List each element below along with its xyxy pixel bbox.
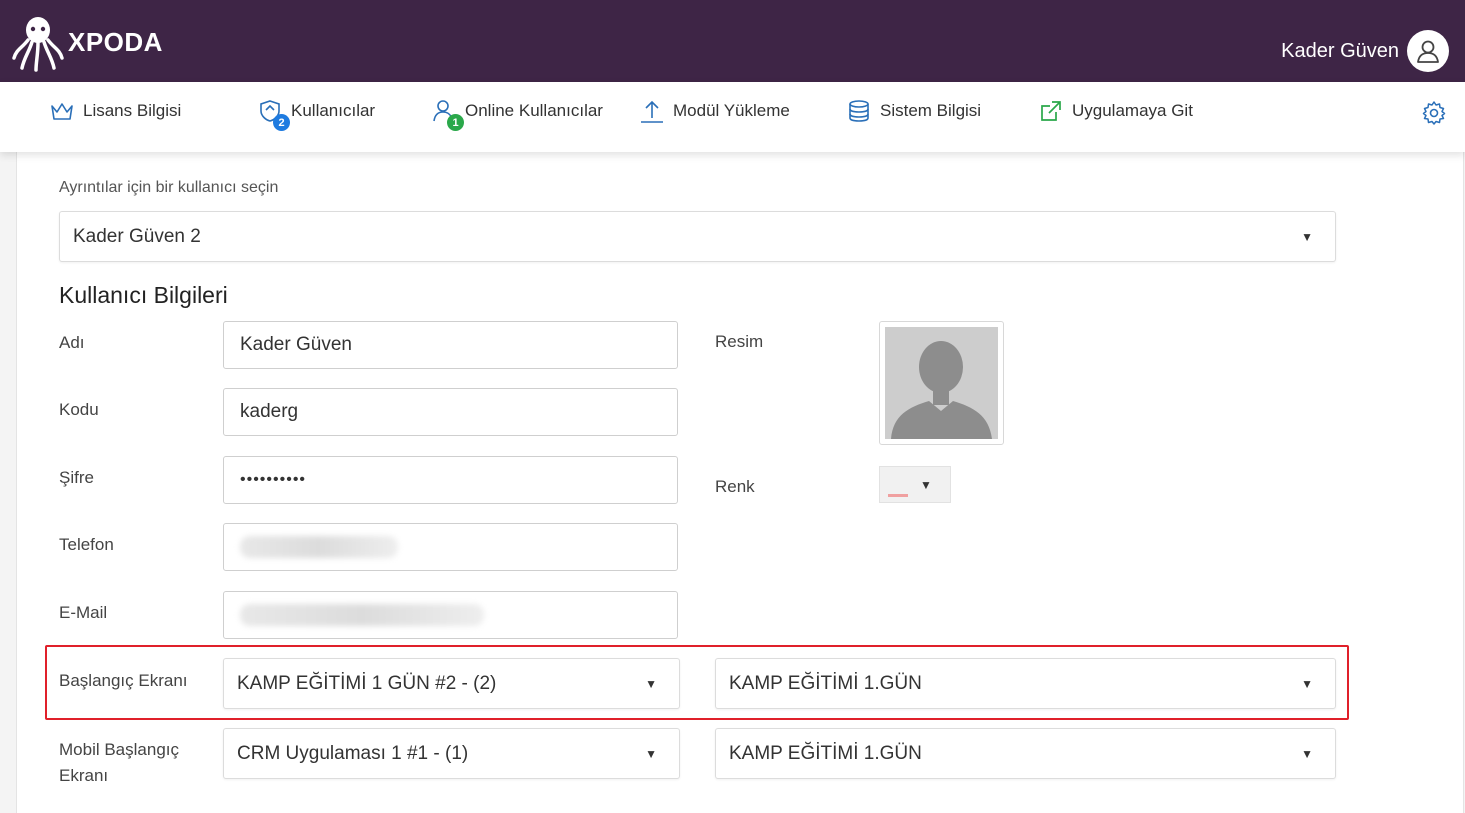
nav-license-info[interactable]: Lisans Bilgisi	[48, 96, 181, 126]
nav-go-to-app-label: Uygulamaya Git	[1072, 101, 1193, 120]
start-screen-page-value: KAMP EĞİTİMİ 1.GÜN	[729, 672, 922, 694]
start-screen-app-select[interactable]: KAMP EĞİTİMİ 1 GÜN #2 - (2) ▼	[223, 658, 680, 709]
user-select-dropdown[interactable]: Kader Güven 2 ▼	[59, 211, 1336, 262]
user-select-label: Ayrıntılar için bir kullanıcı seçin	[59, 179, 279, 196]
chevron-down-icon: ▼	[1301, 746, 1313, 761]
current-user-name[interactable]: Kader Güven	[1281, 40, 1399, 63]
phone-value-redacted	[240, 536, 398, 558]
phone-field[interactable]	[223, 523, 678, 571]
online-count-badge: 1	[447, 114, 464, 131]
avatar-placeholder-icon	[885, 327, 998, 439]
brand-logo[interactable]: XPODA	[12, 12, 163, 72]
brand-name: XPODA	[68, 26, 163, 57]
chevron-down-icon: ▼	[645, 746, 657, 761]
start-screen-page-select[interactable]: KAMP EĞİTİMİ 1.GÜN ▼	[715, 658, 1336, 709]
nav-online-users[interactable]: 1 Online Kullanıcılar	[430, 96, 603, 131]
color-picker[interactable]: ▼	[879, 466, 951, 503]
nav-license-label: Lisans Bilgisi	[83, 101, 182, 120]
users-shield-icon: 2	[256, 97, 290, 131]
users-count-badge: 2	[273, 114, 290, 131]
name-field[interactable]: Kader Güven	[223, 321, 678, 369]
upload-icon	[638, 97, 666, 125]
email-field[interactable]	[223, 591, 678, 639]
database-icon	[845, 97, 873, 125]
name-value: Kader Güven	[240, 334, 352, 355]
phone-label: Telefon	[59, 535, 114, 554]
chevron-down-icon: ▼	[920, 478, 932, 492]
nav-users-label: Kullanıcılar	[291, 101, 376, 120]
nav-system-info[interactable]: Sistem Bilgisi	[845, 96, 981, 126]
mobile-start-page-select[interactable]: KAMP EĞİTİMİ 1.GÜN ▼	[715, 728, 1336, 779]
code-label: Kodu	[59, 400, 99, 419]
password-value: ••••••••••	[240, 471, 307, 488]
password-field[interactable]: ••••••••••	[223, 456, 678, 504]
code-field[interactable]: kaderg	[223, 388, 678, 436]
nav-online-users-label: Online Kullanıcılar	[465, 101, 603, 120]
mobile-start-screen-label: Mobil Başlangıç Ekranı	[59, 740, 180, 785]
section-title: Kullanıcı Bilgileri	[59, 282, 228, 308]
start-screen-label: Başlangıç Ekranı	[59, 671, 188, 690]
chevron-down-icon: ▼	[1301, 229, 1313, 244]
nav-system-info-label: Sistem Bilgisi	[880, 101, 982, 120]
code-value: kaderg	[240, 401, 299, 422]
color-swatch	[888, 494, 908, 497]
user-photo[interactable]	[879, 321, 1004, 445]
mobile-start-app-value: CRM Uygulaması 1 #1 - (1)	[237, 742, 469, 764]
crown-icon	[48, 97, 76, 125]
nav-users[interactable]: 2 Kullanıcılar	[256, 96, 376, 131]
mobile-start-app-select[interactable]: CRM Uygulaması 1 #1 - (1) ▼	[223, 728, 680, 779]
top-header: XPODA Kader Güven	[0, 0, 1465, 82]
photo-label: Resim	[715, 332, 764, 351]
name-label: Adı	[59, 333, 85, 352]
user-avatar[interactable]	[1407, 30, 1449, 72]
user-online-icon: 1	[430, 97, 464, 131]
mobile-start-page-value: KAMP EĞİTİMİ 1.GÜN	[729, 742, 922, 764]
chevron-down-icon: ▼	[645, 676, 657, 691]
password-label: Şifre	[59, 468, 94, 487]
nav-go-to-app[interactable]: Uygulamaya Git	[1037, 96, 1193, 126]
external-link-icon	[1037, 97, 1065, 125]
selected-user-value: Kader Güven 2	[73, 225, 201, 247]
user-icon	[1417, 40, 1439, 63]
start-screen-app-value: KAMP EĞİTİMİ 1 GÜN #2 - (2)	[237, 672, 497, 694]
nav-module-upload[interactable]: Modül Yükleme	[638, 96, 790, 126]
gear-icon[interactable]	[1421, 100, 1447, 126]
nav-module-upload-label: Modül Yükleme	[673, 101, 790, 120]
color-label: Renk	[715, 477, 755, 496]
chevron-down-icon: ▼	[1301, 676, 1313, 691]
email-label: E-Mail	[59, 603, 108, 622]
email-value-redacted	[240, 604, 484, 626]
octopus-logo-icon	[12, 17, 64, 72]
main-nav: Lisans Bilgisi 2 Kullanıcılar 1 Online K…	[0, 82, 1465, 152]
